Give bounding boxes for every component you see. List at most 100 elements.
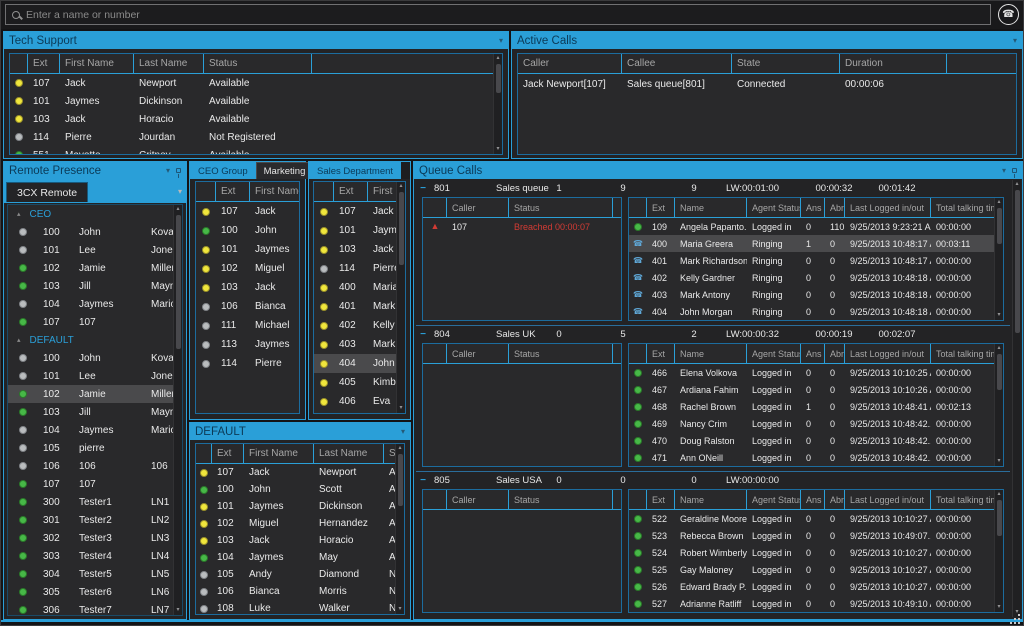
scroll-up-icon[interactable]: ▴ xyxy=(997,491,1000,498)
scroll-up-icon[interactable]: ▴ xyxy=(176,206,179,213)
scrollbar-thumb[interactable] xyxy=(997,354,1002,390)
table-row[interactable]: Jack Newport[107]Sales queue[801]Connect… xyxy=(518,74,1016,94)
column-header[interactable]: Ext xyxy=(647,198,675,217)
scroll-down-icon[interactable]: ▾ xyxy=(176,607,179,614)
table-row[interactable]: 103Jack xyxy=(196,278,299,297)
scrollbar[interactable]: ▴▾ xyxy=(396,182,405,413)
column-header[interactable]: Total talking time xyxy=(931,198,994,217)
scroll-down-icon[interactable]: ▾ xyxy=(496,146,499,153)
scroll-up-icon[interactable]: ▴ xyxy=(997,345,1000,352)
queue-summary-row[interactable]: −805Sales USA000LW:00:00:00 xyxy=(416,472,1010,488)
scroll-down-icon[interactable]: ▾ xyxy=(997,604,1000,611)
column-header[interactable]: Last Name xyxy=(134,54,204,73)
table-row[interactable]: 106BiancaMorrisNot xyxy=(196,583,395,600)
resize-grip-icon[interactable] xyxy=(1018,622,1020,624)
presence-row[interactable]: 105pierre xyxy=(8,439,173,457)
table-row[interactable]: ☎404John MorganRinging009/25/2013 10:48:… xyxy=(629,303,994,320)
table-row[interactable]: 526Edward Brady P...Logged in009/25/2013… xyxy=(629,578,994,595)
tab-marketing[interactable]: Marketing xyxy=(256,162,314,179)
presence-row[interactable]: 301Tester2LN2 xyxy=(8,511,173,529)
scroll-up-icon[interactable]: ▴ xyxy=(496,55,499,62)
dialer-button[interactable]: ☎ xyxy=(998,4,1019,25)
table-row[interactable]: 106Bianca xyxy=(196,297,299,316)
presence-row[interactable]: 101LeeJones xyxy=(8,241,173,259)
table-row[interactable]: 103Jack xyxy=(314,240,396,259)
column-header[interactable]: Ext xyxy=(334,182,368,201)
column-header[interactable]: Last Logged in/out xyxy=(845,490,931,509)
scrollbar[interactable]: ▴▾ xyxy=(994,344,1003,466)
scrollbar-thumb[interactable] xyxy=(398,454,403,506)
pin-icon[interactable] xyxy=(1012,168,1017,173)
scrollbar[interactable]: ▴▾ xyxy=(994,198,1003,320)
column-header[interactable]: Caller xyxy=(447,490,509,509)
presence-row[interactable]: 100JohnKovacs xyxy=(8,349,173,367)
table-row[interactable]: 101Jaymes xyxy=(196,240,299,259)
scrollbar-thumb[interactable] xyxy=(1015,190,1020,333)
table-row[interactable]: 471Ann ONeillLogged in009/25/2013 10:48:… xyxy=(629,449,994,466)
column-header[interactable]: Name xyxy=(675,490,747,509)
presence-row[interactable]: 100JohnKovacs xyxy=(8,223,173,241)
column-header[interactable]: Last Logged in/out xyxy=(845,344,931,363)
scrollbar-track[interactable] xyxy=(997,498,1002,604)
scrollbar-thumb[interactable] xyxy=(176,215,181,349)
table-row[interactable]: 104JaymesMayAvai xyxy=(196,549,395,566)
table-row[interactable]: ☎402Kelly GardnerRinging009/25/2013 10:4… xyxy=(629,269,994,286)
chevron-down-icon[interactable]: ▾ xyxy=(499,37,503,45)
table-row[interactable]: 111Michael xyxy=(196,316,299,335)
tab-sales-department[interactable]: Sales Department xyxy=(309,162,401,179)
table-row[interactable]: 114PierreJourdanNot Registered xyxy=(10,128,493,146)
table-row[interactable]: 107JackNewportAvai xyxy=(196,464,395,481)
column-header[interactable]: Agent Status xyxy=(747,344,801,363)
presence-row[interactable]: 107107 xyxy=(8,475,173,493)
presence-group-header[interactable]: ▴CEO xyxy=(8,205,173,223)
table-row[interactable]: 103JackHoracioAvai xyxy=(196,532,395,549)
scroll-down-icon[interactable]: ▾ xyxy=(399,405,402,412)
column-header[interactable]: Ext xyxy=(28,54,60,73)
search-box[interactable] xyxy=(5,4,991,25)
column-header[interactable]: Ext xyxy=(647,490,675,509)
table-row[interactable]: 113Jaymes xyxy=(196,335,299,354)
presence-row[interactable]: 306Tester7LN7 xyxy=(8,601,173,615)
scrollbar-track[interactable] xyxy=(399,190,404,405)
column-header[interactable]: Callee xyxy=(622,54,732,73)
presence-row[interactable]: 103JillMaynard xyxy=(8,277,173,295)
presence-row[interactable]: 103JillMaynard xyxy=(8,403,173,421)
queue-summary-row[interactable]: −804Sales UK052LW:00:00:3200:00:1900:02:… xyxy=(416,326,1010,342)
presence-row[interactable]: 102JamieMiller xyxy=(8,259,173,277)
column-header[interactable]: Abn xyxy=(825,198,845,217)
scroll-down-icon[interactable]: ▾ xyxy=(398,606,401,613)
table-row[interactable]: 466Elena VolkovaLogged in009/25/2013 10:… xyxy=(629,364,994,381)
presence-row[interactable]: 102JamieMiller xyxy=(8,385,173,403)
collapse-icon[interactable]: − xyxy=(416,329,430,340)
column-header[interactable]: Status xyxy=(509,344,613,363)
table-row[interactable]: 468Rachel BrownLogged in109/25/2013 10:4… xyxy=(629,398,994,415)
table-row[interactable]: 401Mark xyxy=(314,297,396,316)
presence-row[interactable]: 101LeeJones xyxy=(8,367,173,385)
presence-row[interactable]: 302Tester3LN3 xyxy=(8,529,173,547)
presence-row[interactable]: 106106106 xyxy=(8,457,173,475)
presence-row[interactable]: 304Tester5LN5 xyxy=(8,565,173,583)
table-row[interactable]: 522Geraldine MooreLogged in009/25/2013 1… xyxy=(629,510,994,527)
table-row[interactable]: 101JaymesDickinsonAvai xyxy=(196,498,395,515)
table-row[interactable]: 525Gay MaloneyLogged in009/25/2013 10:10… xyxy=(629,561,994,578)
chevron-down-icon[interactable]: ▾ xyxy=(166,167,170,175)
queue-summary-row[interactable]: −801Sales queue199LW:00:01:0000:00:3200:… xyxy=(416,180,1010,196)
scrollbar-track[interactable] xyxy=(997,206,1002,312)
column-header[interactable]: Last Logged in/out xyxy=(845,198,931,217)
scrollbar[interactable]: ▴▾ xyxy=(493,54,502,154)
column-header[interactable]: Last Name xyxy=(314,444,384,463)
scrollbar-track[interactable] xyxy=(398,452,403,606)
scroll-down-icon[interactable]: ▾ xyxy=(1015,609,1018,616)
table-row[interactable]: 107JackNewportAvailable xyxy=(10,74,493,92)
presence-row[interactable]: 303Tester4LN4 xyxy=(8,547,173,565)
table-row[interactable]: 405Kimberly xyxy=(314,373,396,392)
table-row[interactable]: 524Robert WimberlyLogged in009/25/2013 1… xyxy=(629,544,994,561)
table-row[interactable]: 102MiguelHernandezAvai xyxy=(196,515,395,532)
scrollbar[interactable]: ▴▾ xyxy=(1012,180,1021,617)
presence-row[interactable]: 300Tester1LN1 xyxy=(8,493,173,511)
table-row[interactable]: 551MayetteCritneyAvailable xyxy=(10,146,493,154)
scroll-up-icon[interactable]: ▴ xyxy=(399,183,402,190)
column-header[interactable]: Caller xyxy=(518,54,622,73)
column-header[interactable]: Name xyxy=(675,198,747,217)
table-row[interactable]: 114Pierre xyxy=(196,354,299,373)
